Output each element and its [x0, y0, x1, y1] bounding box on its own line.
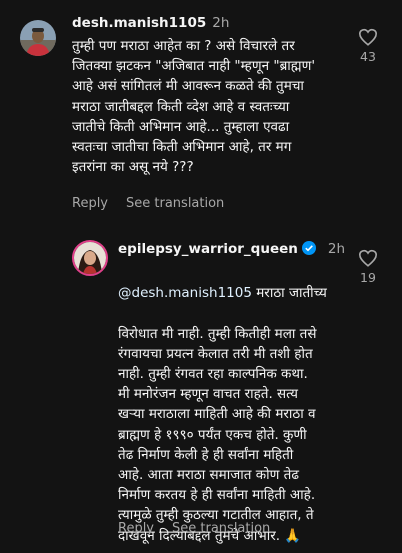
- comment-actions: Reply See translation: [118, 521, 270, 536]
- like-count: 19: [360, 270, 376, 285]
- avatar[interactable]: [72, 240, 108, 276]
- see-translation-button[interactable]: See translation: [172, 521, 270, 536]
- first-line: @desh.manish1105 मराठा जातीच्य: [118, 283, 353, 303]
- like-count: 43: [360, 49, 376, 64]
- comment-text-rest: विरोधात मी नाही. तुम्ही कितीही मला तसे र…: [118, 325, 317, 544]
- timestamp: 2h: [212, 15, 230, 31]
- verified-badge-icon: [301, 241, 316, 259]
- timestamp: 2h: [327, 241, 346, 257]
- heart-outline-icon: [358, 28, 378, 46]
- comment-item: desh.manish1105 2h तुम्ही पण मराठा आहेत क…: [0, 0, 402, 225]
- reply-item: epilepsy_warrior_queen 2h @desh.manish110…: [0, 225, 402, 553]
- see-translation-button[interactable]: See translation: [126, 196, 224, 211]
- comment-text: तुम्ही पण मराठा आहेत का ? असे विचारले तर…: [72, 38, 316, 176]
- comment-header: epilepsy_warrior_queen 2h: [118, 241, 345, 259]
- reply-button[interactable]: Reply: [118, 521, 154, 536]
- comment-text-first-line: मराठा जातीच्य: [251, 285, 327, 302]
- comment-actions: Reply See translation: [72, 196, 224, 211]
- comment-header: desh.manish1105 2h: [72, 15, 229, 31]
- like-button[interactable]: 19: [356, 249, 380, 285]
- heart-outline-icon: [358, 249, 378, 267]
- comment-text: @desh.manish1105 मराठा जातीच्य विरोधात म…: [118, 263, 353, 553]
- reply-button[interactable]: Reply: [72, 196, 108, 211]
- avatar[interactable]: [20, 20, 56, 56]
- mention-link[interactable]: @desh.manish1105: [118, 285, 252, 301]
- username-link[interactable]: epilepsy_warrior_queen: [118, 241, 298, 257]
- like-button[interactable]: 43: [356, 28, 380, 64]
- username-link[interactable]: desh.manish1105: [72, 15, 206, 31]
